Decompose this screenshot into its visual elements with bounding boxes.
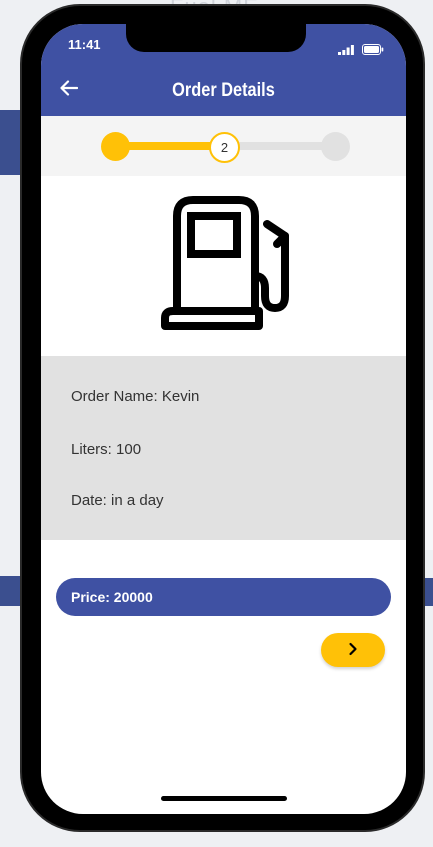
- step-3-dot: [321, 132, 350, 161]
- app-bar: Order Details: [41, 68, 406, 116]
- date-text: Date: in a day: [71, 492, 164, 509]
- next-button[interactable]: [321, 633, 385, 667]
- order-details-panel: Order Name: Kevin Liters: 100 Date: in a…: [41, 356, 406, 540]
- phone-notch: [126, 24, 306, 52]
- battery-icon: [362, 40, 384, 59]
- order-stepper: 2: [41, 116, 406, 176]
- order-name-text: Order Name: Kevin: [71, 388, 200, 405]
- step-2-label: 2: [220, 140, 229, 155]
- cellular-signal-icon: [338, 40, 354, 59]
- price-text: Price: 20000: [71, 589, 153, 605]
- phone-screen: 11:41 Order Details 2 Order Name: Kevin …: [41, 24, 406, 814]
- fuel-illustration: [41, 176, 406, 356]
- liters-text: Liters: 100: [71, 441, 142, 458]
- step-2-dot: 2: [209, 132, 240, 163]
- home-indicator[interactable]: [161, 796, 287, 801]
- page-title: Order Details: [172, 80, 275, 101]
- chevron-right-icon: [348, 641, 358, 660]
- status-time: 11:41: [68, 37, 101, 52]
- step-1-dot: [101, 132, 130, 161]
- price-bar: Price: 20000: [56, 578, 391, 616]
- fuel-pump-icon: [159, 196, 289, 335]
- stepper-track-complete: [117, 142, 223, 150]
